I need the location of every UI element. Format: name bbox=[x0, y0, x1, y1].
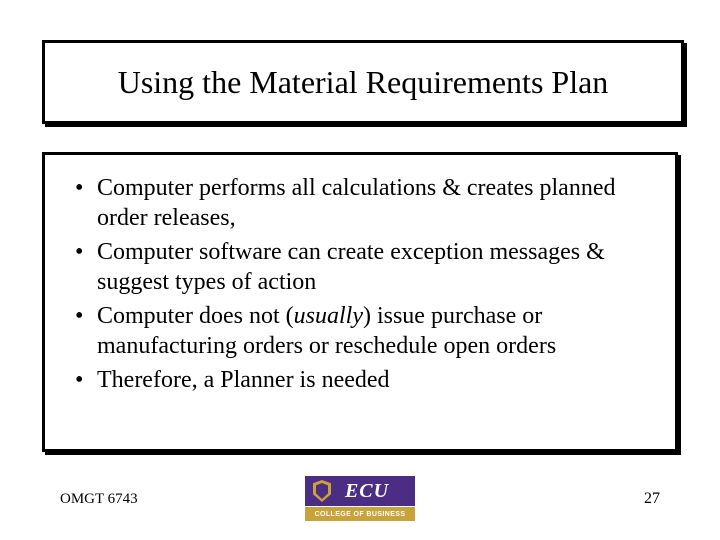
shield-icon bbox=[313, 480, 331, 502]
slide-title: Using the Material Requirements Plan bbox=[118, 64, 609, 101]
slide: Using the Material Requirements Plan Com… bbox=[0, 0, 720, 540]
logo-acronym: ECU bbox=[345, 480, 389, 503]
logo-subline: COLLEGE OF BUSINESS bbox=[315, 511, 406, 518]
list-item: Computer does not (usually) issue purcha… bbox=[69, 301, 651, 361]
logo-bottom: COLLEGE OF BUSINESS bbox=[305, 506, 415, 521]
course-code: OMGT 6743 bbox=[60, 491, 138, 508]
ecu-logo: ECU COLLEGE OF BUSINESS bbox=[305, 476, 415, 522]
footer: OMGT 6743 ECU COLLEGE OF BUSINESS 27 bbox=[0, 476, 720, 522]
body-box: Computer performs all calculations & cre… bbox=[42, 152, 678, 452]
page-number: 27 bbox=[644, 490, 660, 508]
list-item: Computer software can create exception m… bbox=[69, 237, 651, 297]
bullet-text: Therefore, a Planner is needed bbox=[97, 367, 390, 393]
list-item: Computer performs all calculations & cre… bbox=[69, 173, 651, 233]
bullet-text: Computer does not ( bbox=[97, 303, 294, 329]
list-item: Therefore, a Planner is needed bbox=[69, 365, 651, 395]
bullet-text: Computer performs all calculations & cre… bbox=[97, 175, 615, 231]
bullet-list: Computer performs all calculations & cre… bbox=[69, 173, 651, 395]
bullet-em: usually bbox=[294, 303, 363, 329]
bullet-text: Computer software can create exception m… bbox=[97, 239, 605, 295]
title-box: Using the Material Requirements Plan bbox=[42, 40, 684, 124]
logo-top: ECU bbox=[305, 476, 415, 506]
